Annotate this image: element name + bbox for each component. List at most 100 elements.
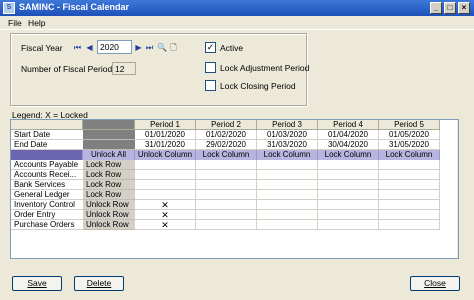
lock-cell[interactable]	[257, 200, 318, 210]
end-date-cell[interactable]: 31/03/2020	[257, 140, 318, 150]
unlock-all-button[interactable]: Unlock All	[83, 150, 135, 160]
column-action-button[interactable]: Lock Column	[318, 150, 379, 160]
last-record-icon[interactable]: ⏭	[145, 43, 154, 52]
minimize-button[interactable]: _	[430, 2, 442, 14]
start-date-label: Start Date	[11, 130, 83, 140]
end-date-cell[interactable]: 30/04/2020	[318, 140, 379, 150]
column-action-button[interactable]: Lock Column	[196, 150, 257, 160]
delete-button[interactable]: Delete	[74, 276, 124, 291]
finder-icon[interactable]: 🔍	[157, 43, 167, 52]
app-icon: S	[3, 2, 15, 14]
menu-bar: File Help	[0, 16, 474, 30]
new-document-icon[interactable]: 🗋	[169, 43, 178, 52]
period-header: Period 4	[318, 120, 379, 130]
lock-cell[interactable]	[196, 210, 257, 220]
row-action-button[interactable]: Unlock Row	[83, 220, 135, 230]
lock-cell[interactable]	[379, 160, 440, 170]
module-row-label: Inventory Control	[11, 200, 83, 210]
first-record-icon[interactable]: ⏮	[73, 43, 82, 52]
lock-closing-checkbox[interactable]	[205, 80, 216, 91]
lock-cell[interactable]	[379, 210, 440, 220]
lock-cell[interactable]	[257, 160, 318, 170]
fiscal-year-input[interactable]	[97, 40, 132, 54]
end-date-cell[interactable]: 31/05/2020	[379, 140, 440, 150]
header-action-blank	[83, 120, 135, 130]
lock-cell[interactable]	[318, 170, 379, 180]
column-action-button[interactable]: Unlock Column	[135, 150, 196, 160]
lock-cell[interactable]	[257, 210, 318, 220]
window-title: SAMINC - Fiscal Calendar	[19, 2, 130, 12]
row-action-button[interactable]: Lock Row	[83, 170, 135, 180]
previous-record-icon[interactable]: ◀	[85, 43, 94, 52]
lock-cell[interactable]	[318, 210, 379, 220]
start-date-cell[interactable]: 01/03/2020	[257, 130, 318, 140]
menu-help[interactable]: Help	[28, 18, 45, 28]
lock-cell[interactable]	[135, 190, 196, 200]
close-button[interactable]: Close	[410, 276, 460, 291]
lock-cell[interactable]	[318, 220, 379, 230]
lock-cell[interactable]	[135, 160, 196, 170]
lock-cell[interactable]: ✕	[135, 220, 196, 230]
lock-cell[interactable]	[318, 180, 379, 190]
lock-cell[interactable]	[379, 180, 440, 190]
next-record-icon[interactable]: ▶	[134, 43, 143, 52]
row-action-button[interactable]: Unlock Row	[83, 200, 135, 210]
lock-cell[interactable]	[196, 160, 257, 170]
row-action-button[interactable]: Lock Row	[83, 180, 135, 190]
lock-adjustment-checkbox[interactable]	[205, 62, 216, 73]
lock-cell[interactable]: ✕	[135, 210, 196, 220]
lock-cell[interactable]	[135, 180, 196, 190]
lock-cell[interactable]	[257, 180, 318, 190]
delete-button-label: Delete	[86, 278, 112, 288]
module-row-label: Accounts Payable	[11, 160, 83, 170]
vertical-scrollbar[interactable]	[457, 120, 458, 258]
period-header: Period 3	[257, 120, 318, 130]
end-date-label: End Date	[11, 140, 83, 150]
close-window-button[interactable]: ×	[458, 2, 470, 14]
lock-cell[interactable]	[196, 170, 257, 180]
start-date-cell[interactable]: 01/01/2020	[135, 130, 196, 140]
lock-adjustment-label: Lock Adjustment Period	[220, 63, 310, 73]
active-checkbox[interactable]: ✓	[205, 42, 216, 53]
lock-cell[interactable]	[379, 170, 440, 180]
row-action-button[interactable]: Unlock Row	[83, 210, 135, 220]
row-action-button[interactable]: Lock Row	[83, 190, 135, 200]
lock-cell[interactable]	[257, 220, 318, 230]
start-date-cell[interactable]: 01/04/2020	[318, 130, 379, 140]
lock-cell[interactable]	[379, 190, 440, 200]
end-date-cell[interactable]: 31/01/2020	[135, 140, 196, 150]
lock-cell[interactable]	[257, 190, 318, 200]
lock-cell[interactable]	[196, 200, 257, 210]
column-action-button[interactable]: Lock Column	[379, 150, 440, 160]
period-header: Period 5	[379, 120, 440, 130]
row-action-button[interactable]: Lock Row	[83, 160, 135, 170]
lock-cell[interactable]	[196, 220, 257, 230]
start-date-cell[interactable]: 01/05/2020	[379, 130, 440, 140]
start-date-cell[interactable]: 01/02/2020	[196, 130, 257, 140]
lock-cell[interactable]: ✕	[135, 200, 196, 210]
lock-cell[interactable]	[196, 180, 257, 190]
lock-cell[interactable]	[135, 170, 196, 180]
lock-cell[interactable]	[257, 170, 318, 180]
lock-cell[interactable]	[379, 220, 440, 230]
fiscal-calendar-grid[interactable]: Period 1 Period 2 Period 3 Period 4 Period 5…	[10, 119, 459, 259]
lock-cell[interactable]	[318, 190, 379, 200]
save-button[interactable]: Save	[12, 276, 62, 291]
column-action-button[interactable]: Lock Column	[257, 150, 318, 160]
maximize-button[interactable]: □	[444, 2, 456, 14]
menu-file[interactable]: File	[8, 18, 22, 28]
fiscal-year-label: Fiscal Year	[21, 43, 63, 53]
module-row-label: Bank Services	[11, 180, 83, 190]
close-button-label: Close	[424, 278, 446, 288]
module-row-label: Accounts Recei...	[11, 170, 83, 180]
period-header: Period 2	[196, 120, 257, 130]
module-row-label: General Ledger	[11, 190, 83, 200]
end-date-cell[interactable]: 29/02/2020	[196, 140, 257, 150]
lock-cell[interactable]	[379, 200, 440, 210]
header-blank	[11, 120, 83, 130]
lock-cell[interactable]	[318, 160, 379, 170]
lock-cell[interactable]	[196, 190, 257, 200]
title-bar: S SAMINC - Fiscal Calendar _ □ ×	[0, 0, 474, 16]
end-date-action-blank	[83, 140, 135, 150]
lock-cell[interactable]	[318, 200, 379, 210]
